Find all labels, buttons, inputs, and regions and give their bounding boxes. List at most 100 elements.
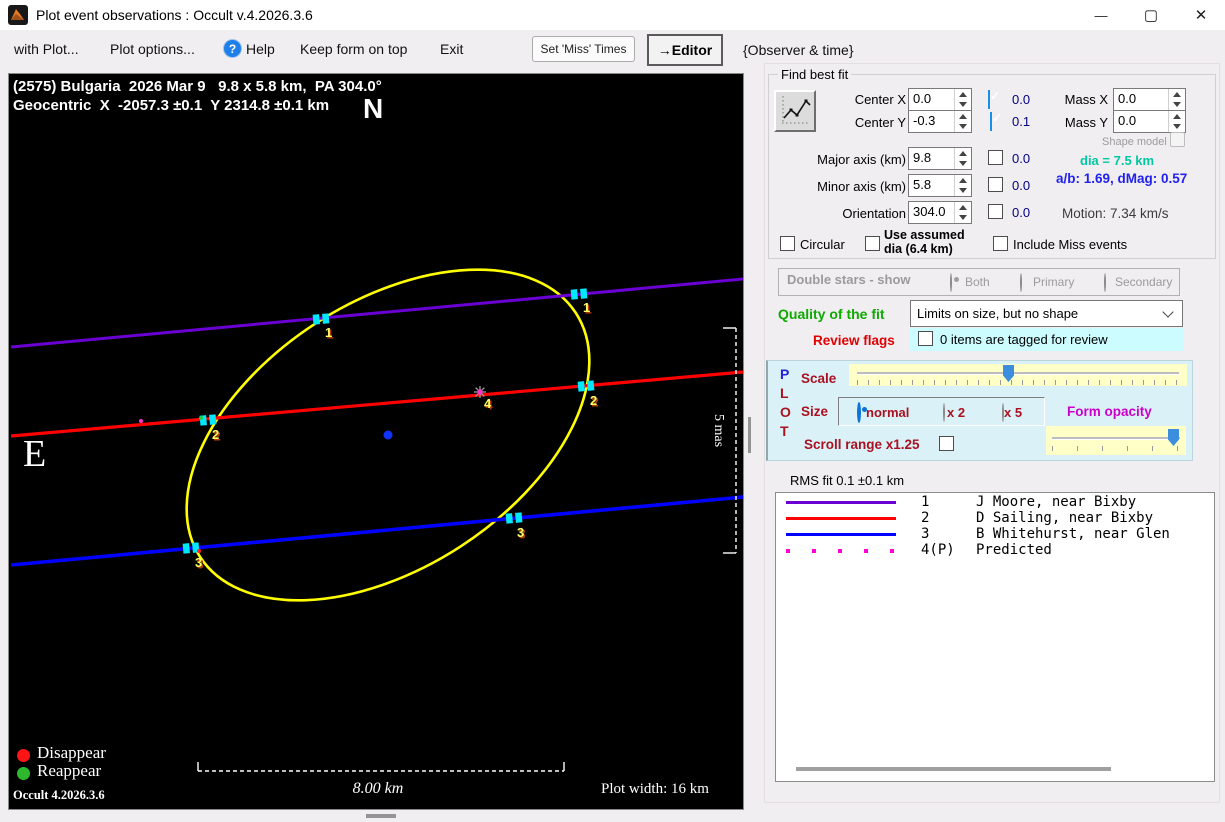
center-y-spin-buttons[interactable] [954,111,971,132]
scroll-range-checkbox[interactable] [939,436,954,451]
list-scrollbar-thumb[interactable] [796,767,1111,771]
chord-2-legend-line [786,517,896,520]
legend-num: 1 [921,494,929,510]
maximize-button[interactable]: ▢ [1128,0,1174,30]
mass-y-label: Mass Y [1060,115,1108,130]
run-fit-button[interactable] [774,90,816,132]
circular-label: Circular [800,237,845,252]
center-y-sigma-checkbox[interactable] [990,112,992,131]
major-axis-spin-buttons[interactable] [954,148,971,169]
km-scale-bar [198,762,564,771]
include-miss-checkbox[interactable] [993,236,1008,251]
set-miss-times-button[interactable]: Set 'Miss' Times [532,36,635,62]
chevron-down-icon [1162,306,1173,317]
legend-num: 3 [921,526,929,542]
minor-axis-spinner[interactable]: 5.8 [908,174,972,197]
major-sigma-value: 0.0 [1012,151,1030,166]
occult-version-label: Occult 4.2026.3.6 [13,788,105,803]
use-assumed-label-1: Use assumed [884,228,965,242]
center-x-sigma-checkbox[interactable] [988,90,990,109]
reappear-label: Reappear [37,761,101,781]
major-sigma-checkbox[interactable] [988,150,1003,165]
scroll-range-label: Scroll range x1.25 [804,437,920,452]
observer-legend-listbox[interactable]: 1 J Moore, near Bixby 2 D Sailing, near … [775,492,1215,782]
menu-keep-on-top[interactable]: Keep form on top [300,41,407,57]
use-assumed-dia-checkbox[interactable] [865,236,880,251]
legend-num: 4(P) [921,542,955,558]
quality-of-fit-dropdown[interactable]: Limits on size, but no shape [910,300,1183,327]
center-y-spinner[interactable]: -0.3 [908,110,972,133]
center-y-label: Center Y [830,115,906,130]
double-stars-both-radio [950,273,952,292]
close-button[interactable]: ✕ [1178,0,1224,30]
chord-4-label: 4 [484,396,492,411]
mass-y-spinner[interactable]: 0.0 [1113,110,1186,133]
circular-checkbox[interactable] [780,236,795,251]
chord-3-line [11,497,743,565]
north-label: N [363,93,383,124]
disappear-dot-icon [17,749,30,762]
chord-2-label: 2 [212,427,219,442]
use-assumed-label-2: dia (6.4 km) [884,242,953,256]
chord-1-label: 1 [583,300,590,315]
review-flags-checkbox[interactable] [918,331,933,346]
form-opacity-slider-thumb[interactable] [1168,429,1179,446]
menu-with-plot[interactable]: with Plot... [14,41,79,57]
size-x2-radio[interactable] [943,403,945,422]
list-item[interactable]: 4(P) Predicted [776,541,1212,557]
center-x-label: Center X [830,92,906,107]
mas-scale-label: 5 mas [711,414,726,447]
window-title: Plot event observations : Occult v.4.202… [36,7,313,23]
form-opacity-label: Form opacity [1067,404,1152,419]
legend-observer: B Whitehurst, near Glen [976,526,1170,542]
editor-button[interactable]: →Editor [647,34,723,66]
find-best-fit-title: Find best fit [778,67,851,82]
orientation-sigma-checkbox[interactable] [988,204,1003,219]
form-opacity-slider[interactable] [1046,426,1186,455]
title-bar: Plot event observations : Occult v.4.202… [0,0,1225,30]
mass-x-spinner[interactable]: 0.0 [1113,88,1186,111]
menu-help[interactable]: Help [246,41,275,57]
double-stars-secondary-label: Secondary [1115,275,1172,289]
shape-model-checkbox [1170,132,1185,147]
center-x-spin-buttons[interactable] [954,89,971,110]
orientation-spinner[interactable]: 304.0 [908,201,972,224]
vertical-splitter-handle[interactable] [748,417,751,453]
plot-title-line1: (2575) Bulgaria 2026 Mar 9 9.8 x 5.8 km,… [13,78,382,95]
orientation-spin-buttons[interactable] [954,202,971,223]
help-icon[interactable]: ? [224,40,241,57]
menu-exit[interactable]: Exit [440,41,463,57]
minor-axis-spin-buttons[interactable] [954,175,971,196]
occultation-plot-canvas[interactable]: 1 1 2 2 3 3 4 5 mas N E [8,73,744,810]
orientation-value: 304.0 [909,202,954,223]
size-normal-radio[interactable] [857,402,861,423]
mass-y-spin-buttons[interactable] [1168,111,1185,132]
list-item[interactable]: 3 B Whitehurst, near Glen [776,525,1212,541]
scale-slider[interactable] [849,364,1187,386]
mass-x-value: 0.0 [1114,89,1168,110]
horizontal-scrollbar-thumb[interactable] [366,814,396,818]
ab-dmag-readout: a/b: 1.69, dMag: 0.57 [1056,171,1187,186]
legend-num: 2 [921,510,929,526]
menu-plot-options[interactable]: Plot options... [110,41,195,57]
mass-x-spin-buttons[interactable] [1168,89,1185,110]
diameter-readout: dia = 7.5 km [1080,153,1154,168]
list-item[interactable]: 2 D Sailing, near Bixby [776,509,1212,525]
observer-time-label: {Observer & time} [743,42,854,58]
center-x-spinner[interactable]: 0.0 [908,88,972,111]
line-chart-icon [777,92,813,128]
plot-graphics: 1 1 2 2 3 3 4 5 mas N E [9,74,743,809]
chord-2-line [11,372,743,436]
list-item[interactable]: 1 J Moore, near Bixby [776,493,1212,509]
center-x-value: 0.0 [909,89,954,110]
chord-2-label: 2 [590,393,597,408]
app-logo-icon [8,5,28,25]
legend-observer: J Moore, near Bixby [976,494,1136,510]
chord-1-label: 1 [325,325,332,340]
minor-sigma-checkbox[interactable] [988,177,1003,192]
minimize-button[interactable]: — [1078,0,1124,30]
minor-sigma-value: 0.0 [1012,178,1030,193]
plot-vertical-p: P [780,366,789,382]
major-axis-spinner[interactable]: 9.8 [908,147,972,170]
quality-of-fit-label: Quality of the fit [778,306,885,322]
